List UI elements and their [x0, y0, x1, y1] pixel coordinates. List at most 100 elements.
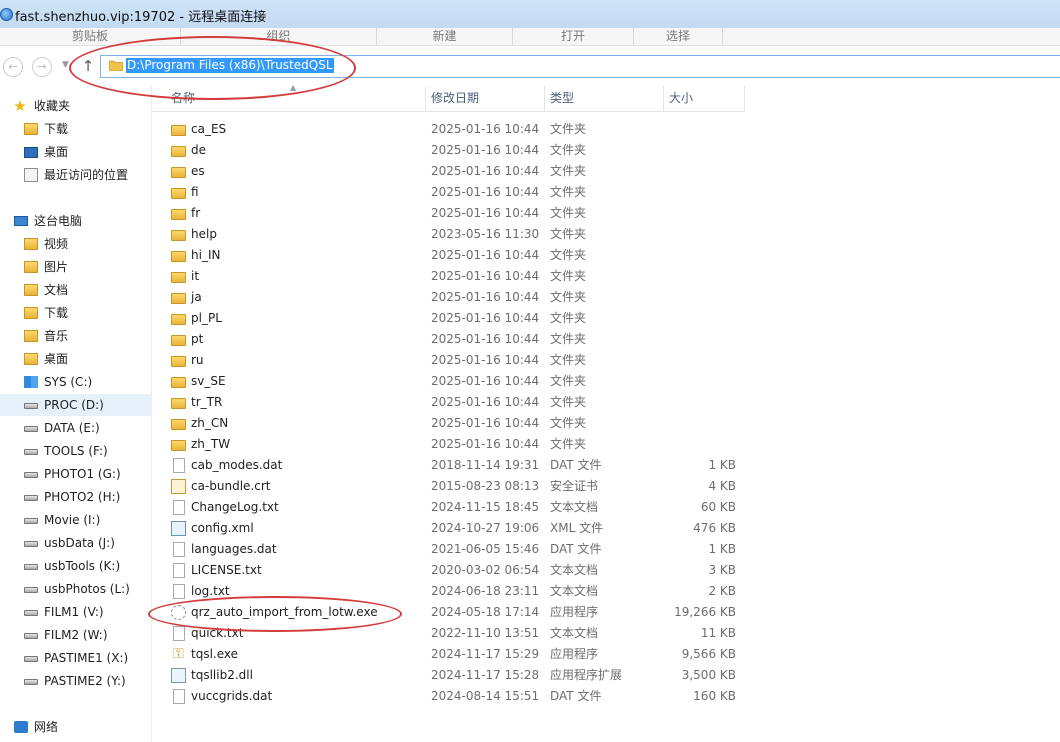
- file-row[interactable]: quick.txt 2022-11-10 13:51 文本文档 11 KB: [152, 623, 745, 644]
- file-type: 应用程序扩展: [550, 668, 623, 682]
- file-row[interactable]: ⚿ tqsl.exe 2024-11-17 15:29 应用程序 9,566 KB: [152, 644, 745, 665]
- forward-arrow-icon[interactable]: →: [32, 57, 52, 77]
- file-row[interactable]: languages.dat 2021-06-05 15:46 DAT 文件 1 KB: [152, 539, 745, 560]
- column-header-type[interactable]: 类型: [545, 86, 664, 111]
- file-row[interactable]: ca-bundle.crt 2015-08-23 08:13 安全证书 4 KB: [152, 476, 745, 497]
- ribbon-group-new[interactable]: 新建: [377, 28, 513, 45]
- file-row[interactable]: ChangeLog.txt 2024-11-15 18:45 文本文档 60 KB: [152, 497, 745, 518]
- folder-icon: [171, 272, 186, 283]
- file-type: 应用程序: [550, 605, 599, 619]
- ribbon-group-open[interactable]: 打开: [513, 28, 634, 45]
- sidebar-item-desktop[interactable]: 桌面: [0, 141, 151, 163]
- folder-icon: [171, 314, 186, 325]
- file-type: 文件夹: [550, 395, 587, 409]
- address-path[interactable]: D:\Program Files (x86)\TrustedQSL: [126, 58, 334, 73]
- drive-icon: [24, 472, 38, 478]
- sidebar-drive-c[interactable]: SYS (C:): [0, 371, 151, 393]
- column-header-size[interactable]: 大小: [664, 86, 745, 111]
- file-row[interactable]: zh_CN 2025-01-16 10:44 文件夹: [152, 413, 745, 434]
- sidebar-drive-d[interactable]: PROC (D:): [0, 394, 151, 416]
- sidebar-item-label: usbTools (K:): [44, 559, 121, 573]
- file-row[interactable]: help 2023-05-16 11:30 文件夹: [152, 224, 745, 245]
- file-row[interactable]: qrz_auto_import_from_lotw.exe 2024-05-18 …: [152, 602, 745, 623]
- file-size: 1 KB: [708, 458, 736, 472]
- sidebar-item-favorites[interactable]: ★ 收藏夹: [0, 95, 151, 117]
- sidebar-item-downloads[interactable]: 下载: [0, 118, 151, 140]
- address-bar[interactable]: D:\Program Files (x86)\TrustedQSL: [100, 55, 1060, 78]
- file-date: 2024-11-15 18:45: [431, 500, 540, 514]
- sidebar-drive-i[interactable]: Movie (I:): [0, 509, 151, 531]
- sidebar-drive-g[interactable]: PHOTO1 (G:): [0, 463, 151, 485]
- ribbon-group-label: 组织: [266, 29, 291, 43]
- sidebar-item-network[interactable]: 网络: [0, 716, 151, 738]
- sidebar-drive-l[interactable]: usbPhotos (L:): [0, 578, 151, 600]
- file-row[interactable]: tr_TR 2025-01-16 10:44 文件夹: [152, 392, 745, 413]
- file-date: 2024-10-27 19:06: [431, 521, 540, 535]
- column-header-date[interactable]: 修改日期: [426, 86, 545, 111]
- sidebar-item-documents[interactable]: 文档: [0, 279, 151, 301]
- sidebar-drive-f[interactable]: TOOLS (F:): [0, 440, 151, 462]
- file-type: 文本文档: [550, 584, 599, 598]
- drive-icon: [24, 541, 38, 547]
- file-size: 19,266 KB: [674, 605, 736, 619]
- sidebar-item-videos[interactable]: 视频: [0, 233, 151, 255]
- file-row[interactable]: config.xml 2024-10-27 19:06 XML 文件 476 KB: [152, 518, 745, 539]
- sidebar-drive-x[interactable]: PASTIME1 (X:): [0, 647, 151, 669]
- file-row[interactable]: tqsllib2.dll 2024-11-17 15:28 应用程序扩展 3,500 …: [152, 665, 745, 686]
- file-row[interactable]: ru 2025-01-16 10:44 文件夹: [152, 350, 745, 371]
- file-row[interactable]: hi_IN 2025-01-16 10:44 文件夹: [152, 245, 745, 266]
- file-row[interactable]: ca_ES 2025-01-16 10:44 文件夹: [152, 119, 745, 140]
- ribbon-group-clipboard[interactable]: 剪贴板: [0, 28, 181, 45]
- sidebar-drive-j[interactable]: usbData (J:): [0, 532, 151, 554]
- file-row[interactable]: ja 2025-01-16 10:44 文件夹: [152, 287, 745, 308]
- certificate-icon: [171, 479, 186, 494]
- file-row[interactable]: sv_SE 2025-01-16 10:44 文件夹: [152, 371, 745, 392]
- file-date: 2025-01-16 10:44: [431, 374, 540, 388]
- ribbon-group-label: 打开: [560, 29, 585, 43]
- file-date: 2025-01-16 10:44: [431, 311, 540, 325]
- ribbon-group-select[interactable]: 选择: [634, 28, 723, 45]
- file-row[interactable]: de 2025-01-16 10:44 文件夹: [152, 140, 745, 161]
- sidebar-drive-w[interactable]: FILM2 (W:): [0, 624, 151, 646]
- sidebar-item-this-pc[interactable]: 这台电脑: [0, 210, 151, 232]
- ribbon-group-label: 剪贴板: [71, 29, 108, 43]
- up-arrow-icon[interactable]: ↑: [80, 56, 96, 76]
- file-row[interactable]: log.txt 2024-06-18 23:11 文本文档 2 KB: [152, 581, 745, 602]
- sidebar-drive-h[interactable]: PHOTO2 (H:): [0, 486, 151, 508]
- file-date: 2024-11-17 15:28: [431, 668, 540, 682]
- sidebar-item-recent-places[interactable]: 最近访问的位置: [0, 164, 151, 186]
- sidebar-item-label: PROC (D:): [44, 398, 104, 412]
- file-size: 60 KB: [700, 500, 736, 514]
- file-row[interactable]: pl_PL 2025-01-16 10:44 文件夹: [152, 308, 745, 329]
- folder-icon: [171, 335, 186, 346]
- file-row[interactable]: LICENSE.txt 2020-03-02 06:54 文本文档 3 KB: [152, 560, 745, 581]
- sidebar-item-music[interactable]: 音乐: [0, 325, 151, 347]
- sidebar-drive-v[interactable]: FILM1 (V:): [0, 601, 151, 623]
- file-row[interactable]: fr 2025-01-16 10:44 文件夹: [152, 203, 745, 224]
- file-row[interactable]: fi 2025-01-16 10:44 文件夹: [152, 182, 745, 203]
- drive-icon: [24, 564, 38, 570]
- recent-locations-dropdown-icon[interactable]: ▼: [62, 60, 69, 70]
- column-header-name[interactable]: 名称: [166, 86, 426, 111]
- ribbon-group-organize[interactable]: 组织: [181, 28, 377, 45]
- network-icon: [14, 721, 28, 733]
- file-row[interactable]: zh_TW 2025-01-16 10:44 文件夹: [152, 434, 745, 455]
- file-row[interactable]: pt 2025-01-16 10:44 文件夹: [152, 329, 745, 350]
- sidebar-item-downloads-pc[interactable]: 下载: [0, 302, 151, 324]
- file-row[interactable]: vuccgrids.dat 2024-08-14 15:51 DAT 文件 160 K…: [152, 686, 745, 707]
- file-date: 2025-01-16 10:44: [431, 416, 540, 430]
- sidebar-drive-k[interactable]: usbTools (K:): [0, 555, 151, 577]
- sidebar-item-label: 视频: [44, 237, 69, 251]
- sidebar-item-desktop-pc[interactable]: 桌面: [0, 348, 151, 370]
- file-row[interactable]: es 2025-01-16 10:44 文件夹: [152, 161, 745, 182]
- file-type: XML 文件: [550, 521, 604, 535]
- videos-folder-icon: [24, 238, 38, 250]
- folder-icon: [171, 293, 186, 304]
- file-row[interactable]: it 2025-01-16 10:44 文件夹: [152, 266, 745, 287]
- sidebar-drive-y[interactable]: PASTIME2 (Y:): [0, 670, 151, 692]
- file-row[interactable]: cab_modes.dat 2018-11-14 19:31 DAT 文件 1 KB: [152, 455, 745, 476]
- sidebar-drive-e[interactable]: DATA (E:): [0, 417, 151, 439]
- back-arrow-icon[interactable]: ←: [3, 57, 23, 77]
- sidebar-item-pictures[interactable]: 图片: [0, 256, 151, 278]
- sidebar-item-label: PASTIME1 (X:): [44, 651, 129, 665]
